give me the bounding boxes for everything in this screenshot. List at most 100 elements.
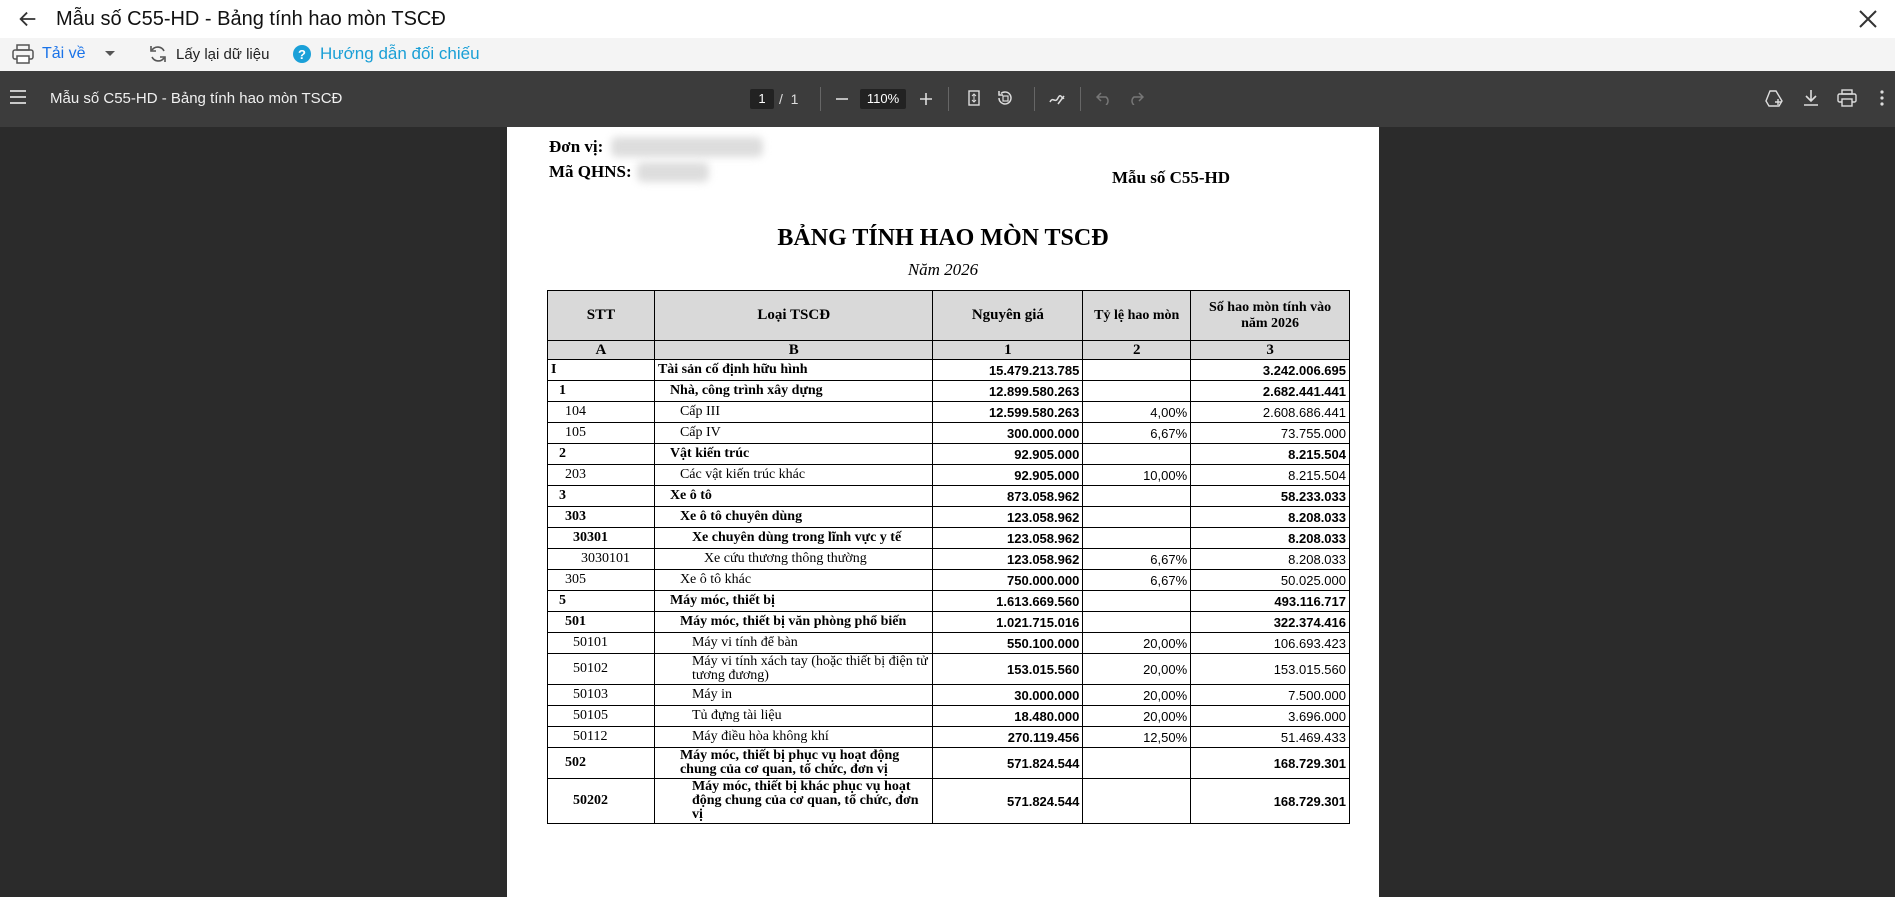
stt-cell: 105 (547, 422, 655, 444)
page-number-input[interactable]: 1 (750, 89, 774, 109)
name-cell: Máy móc, thiết bị phục vụ hoạt động chun… (653, 747, 934, 779)
close-icon[interactable] (1857, 8, 1879, 30)
form-code: Mẫu số C55-HD (1112, 168, 1231, 187)
reload-data-button[interactable]: Lấy lại dữ liệu (148, 42, 269, 66)
document-title: BẢNG TÍNH HAO MÒN TSCĐ (777, 225, 1109, 251)
col-header: Số hao mòn tính vào năm 2026 (1190, 290, 1350, 341)
name-cell: Cấp IV (653, 422, 934, 444)
cost-cell: 550.100.000 (932, 632, 1084, 654)
zoom-in-icon[interactable] (920, 93, 932, 105)
rate-cell: 20,00% (1082, 684, 1192, 706)
rate-cell (1082, 443, 1192, 465)
depreciation-cell: 2.608.686.441 (1190, 401, 1350, 423)
table-row: 50101 Máy vi tính để bàn 550.100.000 20,00%… (547, 632, 1350, 654)
table-row: 3 Xe ô tô 873.058.962 58.233.033 (547, 485, 1350, 507)
col-subheader: 2 (1082, 340, 1192, 360)
pdf-toolbar: Mẫu số C55-HD - Bảng tính hao mòn TSCĐ 1… (0, 71, 1895, 127)
rate-cell: 20,00% (1082, 653, 1192, 685)
cost-cell: 1.021.715.016 (932, 611, 1084, 633)
cost-cell: 300.000.000 (932, 422, 1084, 444)
chevron-down-icon[interactable] (104, 50, 116, 58)
zoom-input[interactable]: 110% (860, 89, 906, 109)
cost-cell: 571.824.544 (932, 747, 1084, 779)
back-arrow-icon[interactable] (16, 8, 40, 30)
depreciation-cell: 168.729.301 (1190, 747, 1350, 779)
table-row: 50112 Máy điều hòa không khí 270.119.456 12… (547, 726, 1350, 748)
pdf-viewer[interactable]: Đơn vị: Mã QHNS: Mẫu số C55-HD BẢNG TÍNH… (0, 127, 1895, 897)
depreciation-cell: 168.729.301 (1190, 778, 1350, 824)
table-row: 50202 Máy móc, thiết bị khác phục vụ hoạt… (547, 778, 1350, 824)
depreciation-cell: 3.242.006.695 (1190, 359, 1350, 381)
col-subheader: 1 (932, 340, 1084, 360)
page-separator: / (779, 91, 783, 107)
depreciation-cell: 8.215.504 (1190, 464, 1350, 486)
cost-cell: 12.899.580.263 (932, 380, 1084, 402)
undo-icon[interactable] (1096, 91, 1112, 105)
stt-cell: 3 (547, 485, 655, 507)
stt-cell: 30301 (547, 527, 655, 549)
table-row: 501 Máy móc, thiết bị văn phòng phổ biến 1… (547, 611, 1350, 633)
refresh-icon (150, 46, 166, 62)
depreciation-cell: 51.469.433 (1190, 726, 1350, 748)
redacted-qhns (637, 162, 709, 182)
name-cell: Máy vi tính xách tay (hoặc thiết bị điện… (653, 653, 934, 685)
cost-cell: 123.058.962 (932, 548, 1084, 570)
table-row: 3030101 Xe cứu thương thông thường 123.058… (547, 548, 1350, 570)
menu-icon[interactable] (10, 90, 26, 104)
depreciation-table: STT Loại TSCĐ Nguyên giá Tỷ lệ hao mòn S… (547, 290, 1350, 824)
name-cell: Tài sản cố định hữu hình (653, 359, 934, 381)
table-row: 50103 Máy in 30.000.000 20,00% 7.500.000 (547, 684, 1350, 706)
cost-cell: 873.058.962 (932, 485, 1084, 507)
cost-cell: 92.905.000 (932, 443, 1084, 465)
rate-cell (1082, 590, 1192, 612)
name-cell: Các vật kiến trúc khác (653, 464, 934, 486)
zoom-out-icon[interactable] (836, 98, 848, 100)
name-cell: Cấp III (653, 401, 934, 423)
col-subheader: 3 (1190, 340, 1350, 360)
cost-cell: 571.824.544 (932, 778, 1084, 824)
fit-page-icon[interactable] (968, 90, 980, 106)
save-to-drive-icon[interactable] (1764, 89, 1784, 107)
cost-cell: 30.000.000 (932, 684, 1084, 706)
name-cell: Máy móc, thiết bị văn phòng phổ biến (653, 611, 934, 633)
rate-cell (1082, 506, 1192, 528)
name-cell: Vật kiến trúc (653, 443, 934, 465)
stt-cell: 1 (547, 380, 655, 402)
guide-button[interactable]: ? Hướng dẫn đối chiếu (292, 42, 480, 66)
rate-cell (1082, 778, 1192, 824)
rate-cell (1082, 380, 1192, 402)
print-icon[interactable] (1837, 89, 1857, 107)
page-count: / 1 (779, 91, 798, 107)
stt-cell: 502 (547, 747, 655, 779)
rate-cell: 6,67% (1082, 569, 1192, 591)
stt-cell: 5 (547, 590, 655, 612)
col-header: Tỷ lệ hao mòn (1082, 290, 1192, 341)
download-button[interactable]: Tải về (12, 42, 124, 66)
stt-cell: 2 (547, 443, 655, 465)
svg-text:?: ? (298, 47, 306, 62)
cost-cell: 270.119.456 (932, 726, 1084, 748)
name-cell: Máy in (653, 684, 934, 706)
document-year: Năm 2026 (907, 260, 979, 279)
cost-cell: 92.905.000 (932, 464, 1084, 486)
redo-icon[interactable] (1128, 91, 1144, 105)
depreciation-cell: 58.233.033 (1190, 485, 1350, 507)
rate-cell: 6,67% (1082, 548, 1192, 570)
name-cell: Xe chuyên dùng trong lĩnh vực y tế (653, 527, 934, 549)
stt-cell: 501 (547, 611, 655, 633)
stt-cell: I (547, 359, 655, 381)
redacted-unit (611, 137, 763, 157)
stt-cell: 305 (547, 569, 655, 591)
download-icon[interactable] (1803, 89, 1819, 107)
rate-cell: 20,00% (1082, 632, 1192, 654)
draw-icon[interactable] (1048, 90, 1066, 106)
rotate-icon[interactable] (996, 89, 1014, 107)
depreciation-cell: 8.208.033 (1190, 527, 1350, 549)
stt-cell: 50101 (547, 632, 655, 654)
more-options-icon[interactable] (1880, 90, 1884, 106)
name-cell: Nhà, công trình xây dựng (653, 380, 934, 402)
qhns-label: Mã QHNS: (549, 162, 632, 181)
depreciation-cell: 8.208.033 (1190, 506, 1350, 528)
table-row: 5 Máy móc, thiết bị 1.613.669.560 493.116.7… (547, 590, 1350, 612)
rate-cell: 20,00% (1082, 705, 1192, 727)
